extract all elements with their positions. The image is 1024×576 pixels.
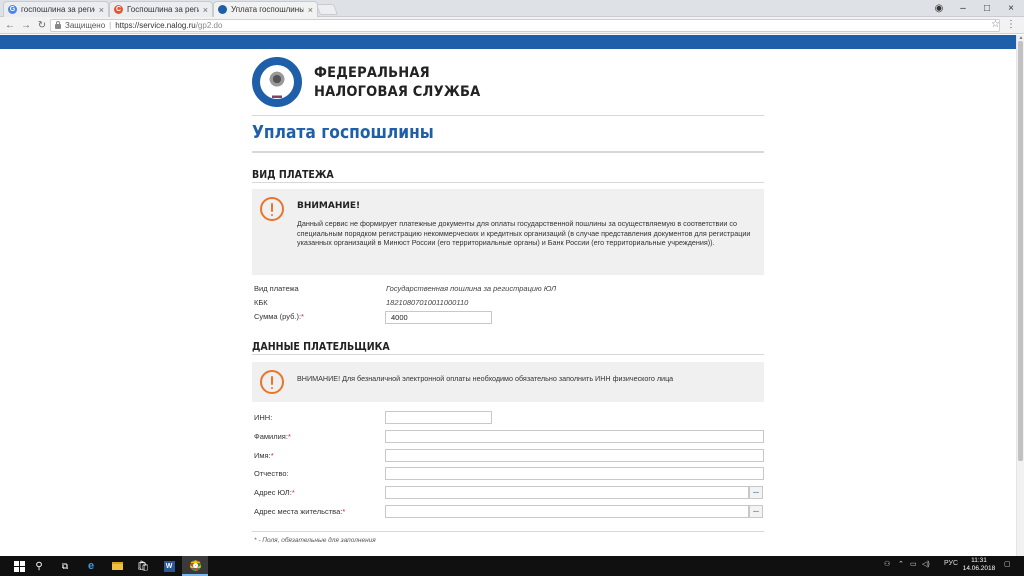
url-host: https://service.nalog.ru (115, 21, 196, 30)
search-icon[interactable]: ⚲ (26, 556, 52, 576)
payment-type-value: Государственная пошлина за регистрацию Ю… (386, 284, 557, 293)
word-icon[interactable]: W (156, 556, 182, 576)
browser-menu-icon[interactable]: ⋮ (1006, 19, 1016, 30)
reload-icon[interactable]: ↻ (36, 19, 48, 31)
people-icon[interactable]: ⚇ (884, 560, 890, 568)
browser-tab-1[interactable]: G госпошлина за регистрацию × (3, 1, 109, 17)
minimize-icon[interactable]: – (950, 0, 976, 16)
store-icon[interactable]: 🛍 (130, 556, 156, 576)
payment-type-label: Вид платежа (254, 284, 299, 293)
tray-expand-icon[interactable]: ⌃ (898, 560, 904, 568)
divider (252, 531, 764, 532)
sum-label: Сумма (руб.):* (254, 312, 304, 321)
close-tab-icon[interactable]: × (99, 5, 104, 15)
close-tab-icon[interactable]: × (203, 5, 208, 15)
new-tab-button[interactable] (315, 4, 339, 15)
kbk-label: КБК (254, 298, 268, 307)
divider (252, 182, 764, 183)
warning-icon (260, 370, 284, 394)
address-bar[interactable]: Защищено | https://service.nalog.ru/gp2.… (50, 19, 1000, 32)
browser-tab-3[interactable]: Уплата госпошлины × (213, 1, 318, 17)
inn-label: ИНН: (254, 413, 273, 422)
address-ul-lookup-button[interactable]: ... (749, 486, 763, 499)
page-title: Уплата госпошлины (252, 122, 434, 143)
close-tab-icon[interactable]: × (308, 5, 313, 15)
google-icon: G (8, 5, 17, 14)
forward-icon[interactable]: → (20, 19, 32, 31)
back-icon[interactable]: ← (4, 19, 16, 31)
address-ul-label: Адрес ЮЛ:* (254, 488, 295, 497)
profile-icon[interactable]: ◉ (926, 0, 952, 16)
divider (252, 151, 764, 153)
warning-text: Данный сервис не формирует платежные док… (297, 219, 751, 247)
address-residence-input[interactable] (385, 505, 749, 518)
language-indicator[interactable]: РУС (944, 560, 958, 567)
warning-box: ВНИМАНИЕ! Данный сервис не формирует пла… (252, 189, 764, 275)
name-label: Имя:* (254, 451, 274, 460)
eagle-icon (268, 71, 286, 89)
volume-icon[interactable]: ◁) (922, 560, 930, 568)
patronymic-input[interactable] (385, 467, 764, 480)
edge-icon[interactable]: e (78, 556, 104, 576)
tab-title: госпошлина за регистрацию (21, 5, 95, 14)
fns-icon (218, 5, 227, 14)
brand-name[interactable]: ФЕДЕРАЛЬНАЯ НАЛОГОВАЯ СЛУЖБА (314, 64, 480, 102)
windows-taskbar: ⚲ ⧉ e 🛍 W ⚇ ⌃ ▭ ◁) РУС 11:31 14.06.2018 … (0, 556, 1024, 576)
fns-emblem-logo[interactable] (252, 57, 302, 107)
scrollbar-thumb[interactable] (1018, 41, 1023, 461)
browser-tab-2[interactable]: C Госпошлина за регистрацию × (109, 1, 213, 17)
surname-input[interactable] (385, 430, 764, 443)
tab-title: Уплата госпошлины (231, 5, 304, 14)
patronymic-label: Отчество: (254, 469, 289, 478)
warning-icon (260, 197, 284, 221)
tab-strip: G госпошлина за регистрацию × C Госпошли… (0, 0, 1024, 17)
divider (252, 354, 764, 355)
file-explorer-icon[interactable] (104, 556, 130, 576)
payer-warning-text: ВНИМАНИЕ! Для безналичной электронной оп… (297, 374, 674, 383)
sum-input[interactable]: 4000 (385, 311, 492, 324)
lock-icon (55, 21, 61, 29)
bookmark-star-icon[interactable]: ☆ (991, 19, 1000, 30)
address-residence-lookup-button[interactable]: ... (749, 505, 763, 518)
url-path: /gp2.do (195, 21, 223, 30)
page-scrollbar[interactable]: ▲ (1016, 35, 1024, 556)
payer-warning-box: ВНИМАНИЕ! Для безналичной электронной оп… (252, 362, 764, 402)
site-top-band (0, 35, 1024, 49)
section-title-payer: ДАННЫЕ ПЛАТЕЛЬЩИКА (252, 340, 390, 353)
warning-heading: ВНИМАНИЕ! (297, 201, 361, 211)
section-title-payment: ВИД ПЛАТЕЖА (252, 168, 334, 181)
system-clock[interactable]: 11:31 14.06.2018 (962, 557, 996, 573)
c-icon: C (114, 5, 123, 14)
close-window-icon[interactable]: × (998, 0, 1024, 16)
network-icon[interactable]: ▭ (910, 560, 917, 568)
chrome-icon[interactable] (182, 556, 208, 576)
tab-title: Госпошлина за регистрацию (127, 5, 199, 14)
address-residence-label: Адрес места жительства:* (254, 507, 346, 516)
surname-label: Фамилия:* (254, 432, 291, 441)
maximize-icon[interactable]: □ (974, 0, 1000, 16)
kbk-value: 18210807010011000110 (386, 298, 469, 307)
address-ul-input[interactable] (385, 486, 749, 499)
page-viewport: ФЕДЕРАЛЬНАЯ НАЛОГОВАЯ СЛУЖБА Уплата госп… (0, 49, 1016, 556)
required-fields-footnote: * - Поля, обязательные для заполнения (254, 537, 376, 544)
security-label: Защищено (65, 21, 106, 30)
browser-toolbar: ← → ↻ Защищено | https://service.nalog.r… (0, 17, 1024, 34)
name-input[interactable] (385, 449, 764, 462)
divider (252, 115, 764, 116)
inn-input[interactable] (385, 411, 492, 424)
task-view-icon[interactable]: ⧉ (52, 556, 78, 576)
notifications-icon[interactable]: ▢ (1004, 560, 1011, 568)
